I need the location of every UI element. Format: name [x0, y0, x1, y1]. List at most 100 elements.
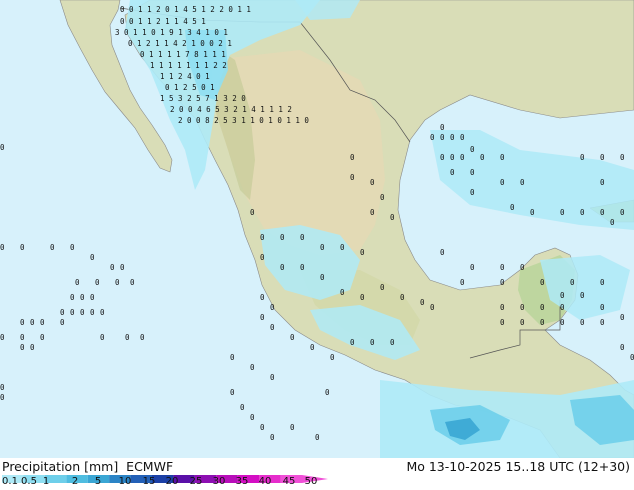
precip-value-zero: 0 — [440, 123, 445, 132]
precipitation-map: 0 0 1 1 2 0 1 4 5 1 2 2 0 1 1 0 0 1 1 2 1… — [0, 0, 634, 459]
precip-value-zero: 0 — [20, 243, 25, 252]
precip-value-zero: 0 — [0, 333, 5, 342]
precip-value-zero: 0 — [470, 263, 475, 272]
precip-value-zero: 0 — [310, 343, 315, 352]
precip-value-zero: 0 — [450, 168, 455, 177]
precip-value-zero: 0 — [600, 178, 605, 187]
precip-value-zero: 0 — [470, 145, 475, 154]
precip-value-zero: 0 — [370, 178, 375, 187]
precip-value-zero: 0 — [300, 263, 305, 272]
precip-value-row: 2 0 0 8 2 5 3 1 1 0 1 0 1 1 0 — [178, 116, 309, 125]
precip-value-zero: 0 — [290, 423, 295, 432]
precip-value-zero: 0 — [75, 278, 80, 287]
precip-value-row: 1 1 2 4 0 1 — [160, 72, 210, 81]
precip-value-zero: 0 — [0, 383, 5, 392]
precip-value-zero: 0 — [290, 333, 295, 342]
precip-value-zero: 0 — [80, 293, 85, 302]
precip-value-zero: 0 — [70, 308, 75, 317]
precip-value-zero: 0 — [270, 373, 275, 382]
colorbar-tick-label: 5 — [94, 476, 102, 487]
precip-value-zero: 0 — [110, 263, 115, 272]
colorbar-tick-label: 15 — [142, 476, 156, 487]
precip-value-row: 0 0 1 1 2 0 1 4 5 1 2 2 0 1 1 — [120, 5, 251, 14]
precip-value-zero: 0 — [280, 233, 285, 242]
precip-value-zero: 0 — [350, 153, 355, 162]
precip-value-zero: 0 — [70, 293, 75, 302]
precip-value-zero: 0 — [230, 388, 235, 397]
precip-value-zero: 0 — [630, 353, 634, 362]
precip-value-zero: 0 — [360, 293, 365, 302]
precip-value-zero: 0 — [420, 298, 425, 307]
precip-value-zero: 0 — [40, 333, 45, 342]
precip-value-zero: 0 — [600, 303, 605, 312]
precip-value-zero: 0 — [450, 153, 455, 162]
precip-value-zero: 0 — [250, 208, 255, 217]
precip-value-zero: 0 — [140, 333, 145, 342]
title-text: Precipitation [mm] — [2, 459, 119, 474]
precip-value-zero: 0 — [390, 213, 395, 222]
precip-value-zero: 0 — [600, 318, 605, 327]
colorbar-tick-label: 20 — [165, 476, 179, 487]
precip-value-zero: 0 — [0, 243, 5, 252]
precip-value-zero: 0 — [540, 303, 545, 312]
precip-value-zero: 0 — [320, 273, 325, 282]
precip-value-zero: 0 — [540, 318, 545, 327]
precip-value-zero: 0 — [500, 178, 505, 187]
precip-value-zero: 0 — [320, 243, 325, 252]
precip-value-zero: 0 — [325, 388, 330, 397]
precip-value-zero: 0 — [90, 253, 95, 262]
precip-value-zero: 0 — [115, 278, 120, 287]
precip-value-zero: 0 — [260, 423, 265, 432]
precip-value-row: 0 1 1 1 1 7 8 1 1 1 — [140, 50, 226, 59]
precip-value-zero: 0 — [560, 208, 565, 217]
precip-value-zero: 0 — [460, 153, 465, 162]
precip-value-zero: 0 — [500, 153, 505, 162]
precip-value-zero: 0 — [460, 133, 465, 142]
precip-value-zero: 0 — [430, 303, 435, 312]
legend-title: Precipitation [mm] ECMWF — [2, 459, 173, 474]
precip-value-zero: 0 — [530, 208, 535, 217]
precip-value-zero: 0 — [260, 253, 265, 262]
precip-value-zero: 0 — [90, 293, 95, 302]
colorbar-tick-label: 0.5 — [21, 476, 37, 487]
colorbar-tick-label: 25 — [189, 476, 203, 487]
precip-value-zero: 0 — [100, 308, 105, 317]
precip-value-zero: 0 — [520, 178, 525, 187]
precip-value-zero: 0 — [460, 278, 465, 287]
precip-value-zero: 0 — [470, 168, 475, 177]
precip-value-zero: 0 — [540, 278, 545, 287]
colorbar-tick-label: 30 — [212, 476, 226, 487]
colorbar-tick-label: 50 — [304, 476, 318, 487]
precip-value-zero: 0 — [30, 343, 35, 352]
map-canvas: 0 0 1 1 2 0 1 4 5 1 2 2 0 1 1 0 0 1 1 2 1… — [0, 0, 634, 459]
precip-value-zero: 0 — [20, 318, 25, 327]
precip-value-zero: 0 — [500, 263, 505, 272]
precip-value-zero: 0 — [430, 133, 435, 142]
precip-value-zero: 0 — [560, 303, 565, 312]
precip-value-zero: 0 — [330, 353, 335, 362]
precip-value-zero: 0 — [240, 403, 245, 412]
precip-value-zero: 0 — [600, 208, 605, 217]
precip-value-zero: 0 — [580, 153, 585, 162]
colorbar-tick-label: 1 — [42, 476, 50, 487]
precip-value-zero: 0 — [50, 243, 55, 252]
precip-value-zero: 0 — [0, 393, 5, 402]
precip-value-zero: 0 — [130, 278, 135, 287]
precip-value-zero: 0 — [600, 153, 605, 162]
precip-value-zero: 0 — [500, 318, 505, 327]
precip-value-zero: 0 — [400, 293, 405, 302]
precip-value-row: 1 1 1 1 1 1 1 2 2 — [150, 61, 227, 70]
precip-value-row: 0 1 2 1 1 4 2 1 0 0 2 1 — [128, 39, 232, 48]
precip-value-zero: 0 — [95, 278, 100, 287]
precip-value-zero: 0 — [300, 233, 305, 242]
precip-value-zero: 0 — [270, 433, 275, 442]
precip-value-zero: 0 — [80, 308, 85, 317]
precip-value-zero: 0 — [270, 303, 275, 312]
precip-value-zero: 0 — [370, 208, 375, 217]
precip-value-zero: 0 — [315, 433, 320, 442]
precip-value-zero: 0 — [620, 153, 625, 162]
precip-value-row: 2 0 0 4 6 5 3 2 1 4 1 1 1 2 — [170, 105, 292, 114]
precip-value-zero: 0 — [560, 318, 565, 327]
precip-value-zero: 0 — [500, 303, 505, 312]
precip-value-zero: 0 — [580, 318, 585, 327]
